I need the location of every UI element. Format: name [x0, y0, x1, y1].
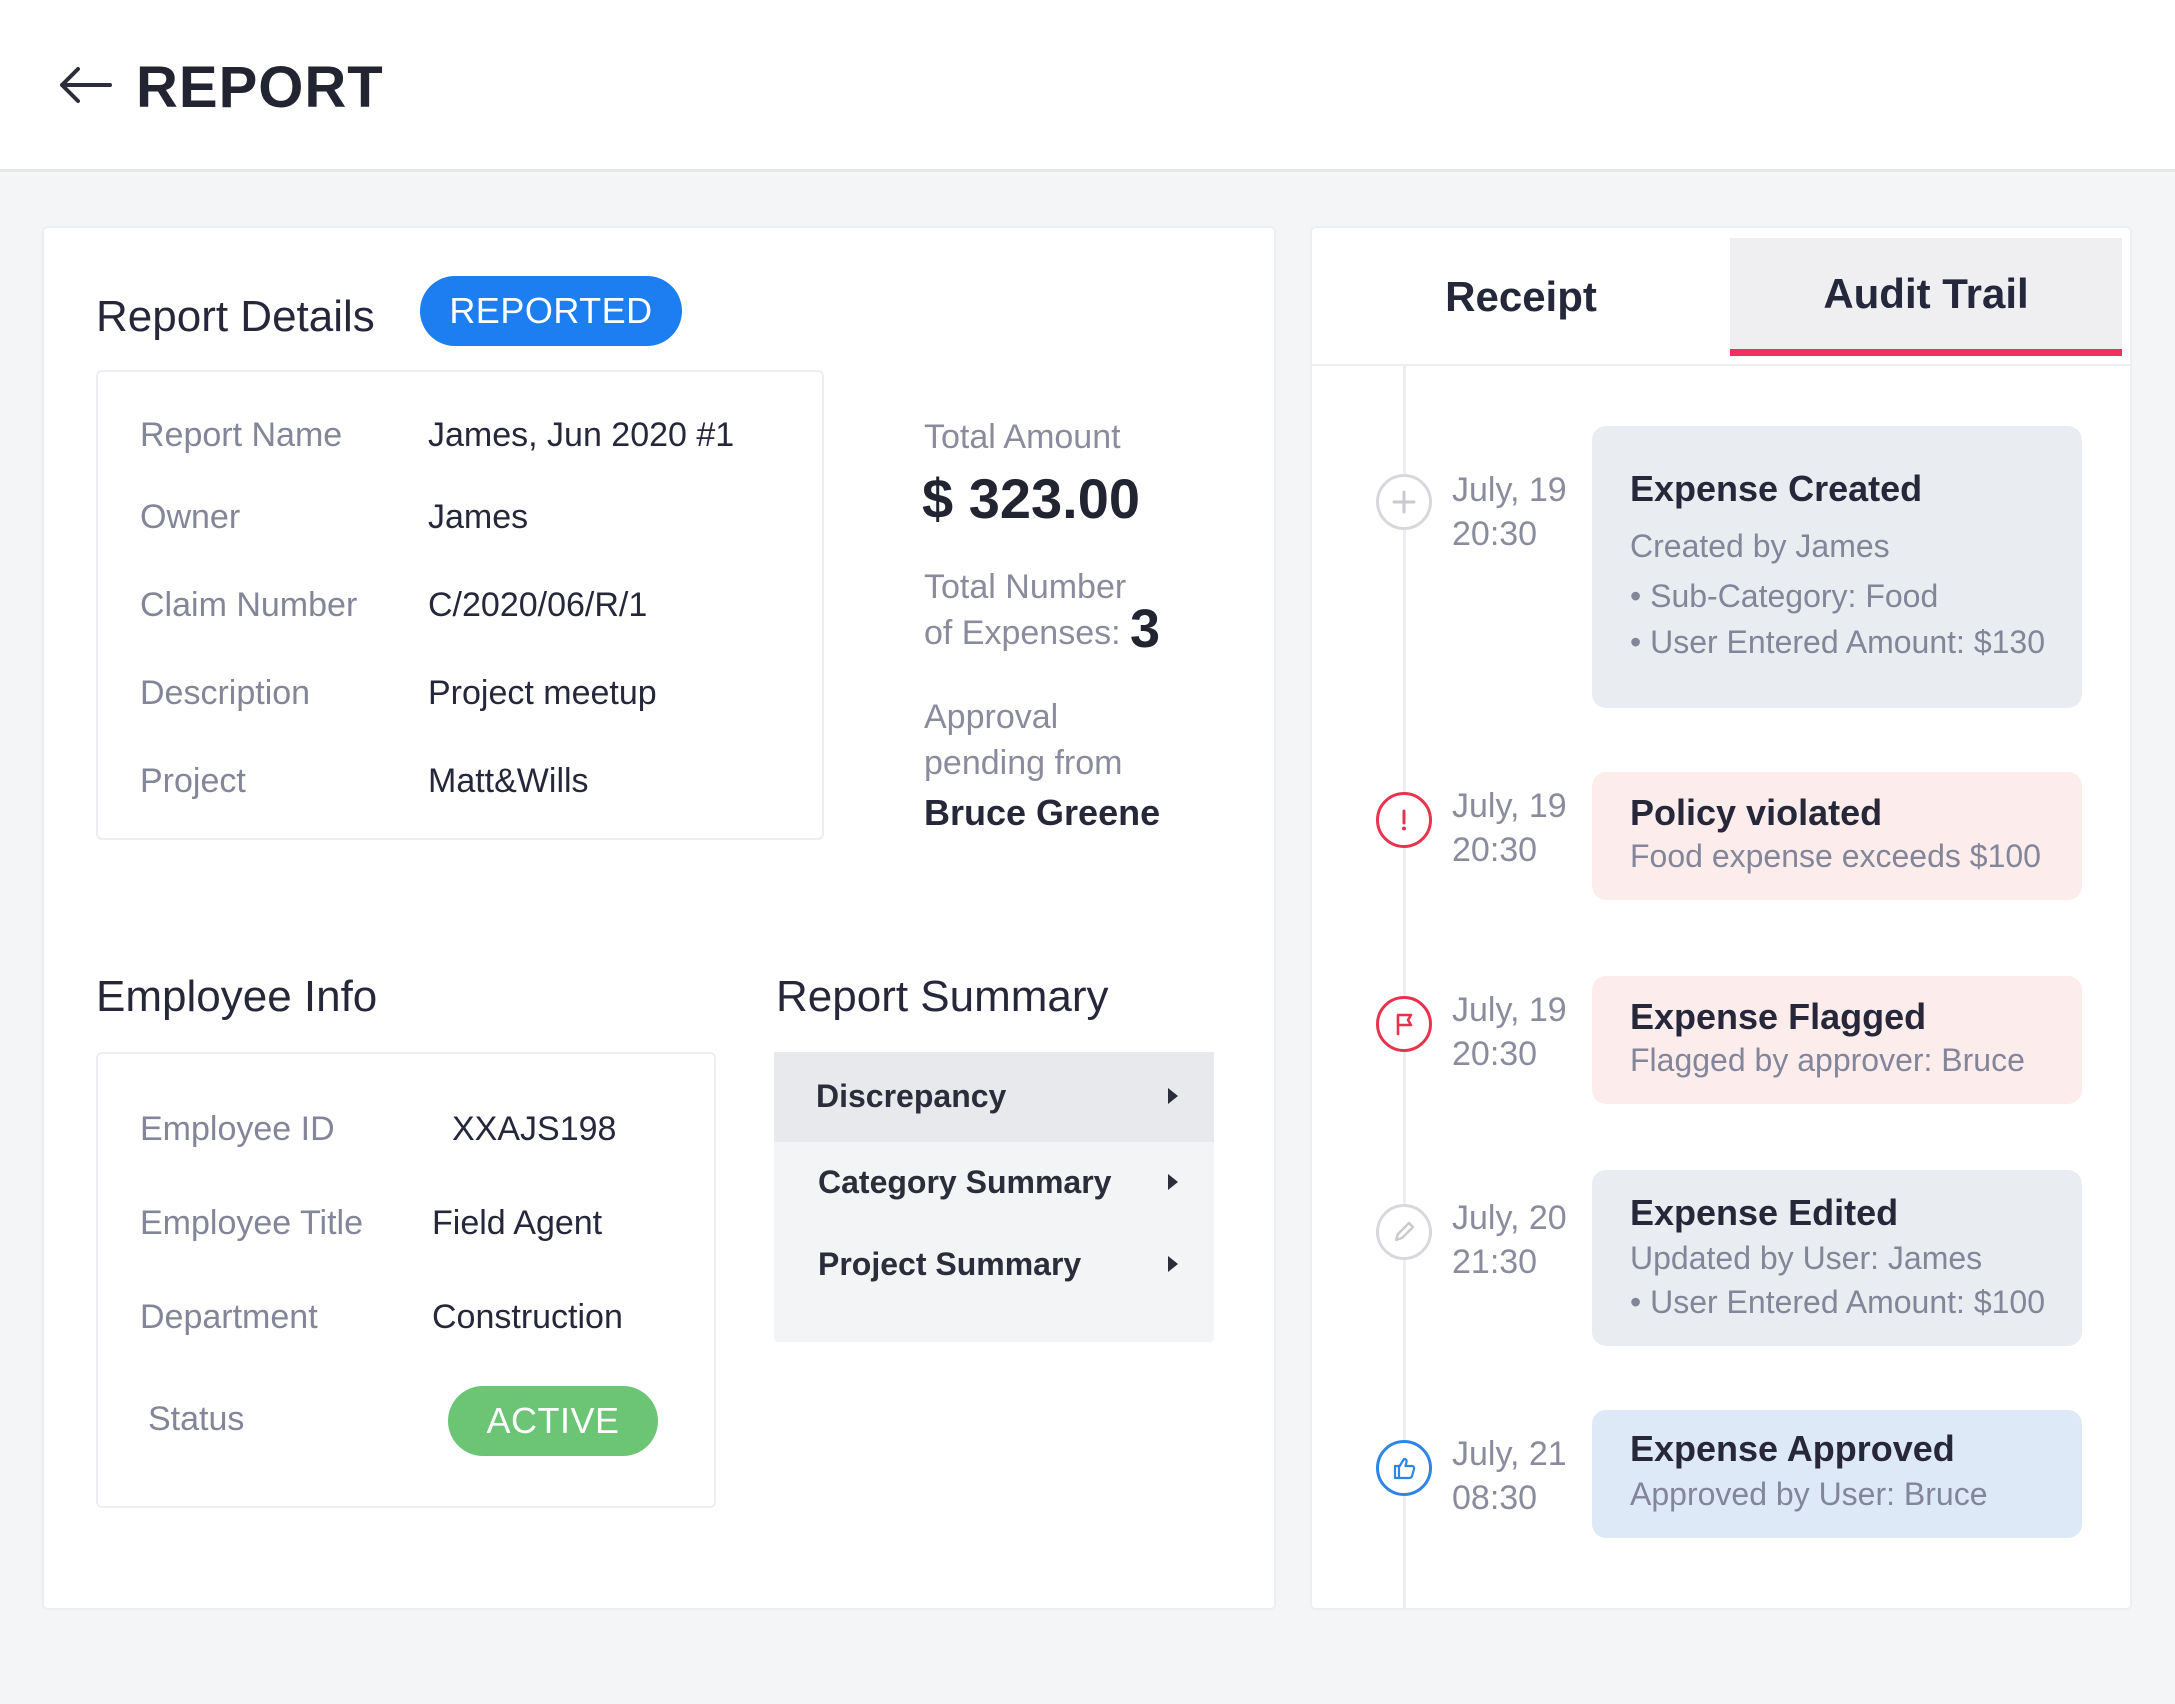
project-label: Project — [140, 762, 246, 800]
timeline-time: 20:30 — [1452, 831, 1538, 869]
approval-label-line2: pending from — [924, 744, 1123, 782]
report-name-label: Report Name — [140, 416, 343, 454]
audit-entry-bullet: • User Entered Amount: $130 — [1630, 624, 2045, 660]
flag-icon — [1376, 996, 1432, 1052]
employee-id-label: Employee ID — [140, 1110, 335, 1148]
report-details-box: Report Name James, Jun 2020 #1 Owner Jam… — [96, 370, 824, 840]
audit-entry-title: Expense Flagged — [1630, 996, 1927, 1037]
caret-right-icon — [1168, 1174, 1178, 1190]
top-bar: REPORT — [0, 0, 2175, 172]
total-amount-value: $ 323.00 — [922, 467, 1140, 530]
timeline-date: July, 20 — [1452, 1199, 1567, 1237]
total-expenses-label-line2: of Expenses: — [924, 614, 1121, 652]
report-details-title: Report Details — [96, 292, 375, 341]
alert-icon — [1376, 792, 1432, 848]
audit-entry-title: Expense Created — [1630, 468, 1923, 509]
page-title: REPORT — [136, 55, 384, 120]
audit-entry-expense-created[interactable]: Expense Created Created by James • Sub-C… — [1592, 426, 2082, 708]
back-button[interactable] — [56, 56, 114, 114]
caret-right-icon — [1168, 1256, 1178, 1272]
description-value: Project meetup — [428, 674, 657, 712]
timeline-date: July, 19 — [1452, 471, 1567, 509]
employee-info-box: Employee ID XXAJS198 Employee Title Fiel… — [96, 1052, 716, 1508]
audit-entry-bullet: • User Entered Amount: $100 — [1630, 1284, 2045, 1320]
department-value: Construction — [432, 1298, 623, 1336]
audit-entry-subtitle: Updated by User: James — [1630, 1240, 1983, 1276]
reported-status-badge: REPORTED — [420, 276, 682, 346]
description-label: Description — [140, 674, 311, 712]
pencil-icon — [1376, 1204, 1432, 1260]
total-expenses-label-line1: Total Number — [924, 568, 1127, 606]
approver-name: Bruce Greene — [924, 792, 1161, 833]
audit-entry-subtitle: Flagged by approver: Bruce — [1630, 1042, 2025, 1078]
active-status-badge: ACTIVE — [448, 1386, 658, 1456]
summary-item-category-summary[interactable]: Category Summary — [774, 1144, 1214, 1234]
audit-entry-bullet: • Sub-Category: Food — [1630, 578, 1939, 614]
audit-entry-title: Policy violated — [1630, 792, 1883, 833]
audit-entry-expense-flagged[interactable]: Expense Flagged Flagged by approver: Bru… — [1592, 976, 2082, 1104]
project-value: Matt&Wills — [428, 762, 589, 800]
tab-receipt[interactable]: Receipt — [1312, 238, 1730, 356]
owner-value: James — [428, 498, 529, 536]
plus-icon — [1376, 474, 1432, 530]
approval-label-line1: Approval — [924, 698, 1059, 736]
department-label: Department — [140, 1298, 318, 1336]
total-expenses-count: 3 — [1130, 599, 1161, 659]
audit-entry-title: Expense Approved — [1630, 1428, 1955, 1469]
claim-number-label: Claim Number — [140, 586, 358, 624]
employee-title-label: Employee Title — [140, 1204, 363, 1242]
summary-item-label: Project Summary — [818, 1246, 1082, 1282]
audit-entry-expense-approved[interactable]: Expense Approved Approved by User: Bruce — [1592, 1410, 2082, 1538]
summary-item-label: Category Summary — [818, 1164, 1112, 1200]
summary-item-project-summary[interactable]: Project Summary — [774, 1226, 1214, 1316]
audit-entry-subtitle: Approved by User: Bruce — [1630, 1476, 1988, 1512]
timeline-date: July, 19 — [1452, 787, 1567, 825]
report-summary-menu: Discrepancy Category Summary Project Sum… — [774, 1052, 1214, 1342]
report-summary-title: Report Summary — [776, 972, 1109, 1021]
report-card: Report Details REPORTED Report Name Jame… — [42, 226, 1276, 1610]
tabs-divider — [1312, 364, 2130, 366]
timeline-time: 21:30 — [1452, 1243, 1538, 1281]
audit-card: Receipt Audit Trail July, 19 20:30 Expen… — [1310, 226, 2132, 1610]
timeline-date: July, 21 — [1452, 1435, 1567, 1473]
caret-right-icon — [1168, 1088, 1178, 1104]
timeline-time: 20:30 — [1452, 515, 1538, 553]
status-label: Status — [148, 1400, 245, 1438]
owner-label: Owner — [140, 498, 241, 536]
arrow-left-icon — [60, 67, 112, 103]
timeline-date: July, 19 — [1452, 991, 1567, 1029]
tab-audit-trail[interactable]: Audit Trail — [1730, 238, 2122, 356]
summary-item-discrepancy[interactable]: Discrepancy — [774, 1052, 1214, 1142]
summary-item-label: Discrepancy — [816, 1078, 1007, 1114]
total-amount-label: Total Amount — [924, 418, 1121, 456]
employee-info-title: Employee Info — [96, 972, 378, 1021]
claim-number-value: C/2020/06/R/1 — [428, 586, 648, 624]
audit-entry-policy-violated[interactable]: Policy violated Food expense exceeds $10… — [1592, 772, 2082, 900]
audit-entry-expense-edited[interactable]: Expense Edited Updated by User: James • … — [1592, 1170, 2082, 1346]
thumbs-up-icon — [1376, 1440, 1432, 1496]
audit-entry-subtitle: Food expense exceeds $100 — [1630, 838, 2041, 874]
employee-id-value: XXAJS198 — [452, 1110, 617, 1148]
audit-entry-title: Expense Edited — [1630, 1192, 1899, 1233]
timeline-line — [1403, 366, 1406, 1608]
timeline-time: 20:30 — [1452, 1035, 1538, 1073]
report-name-value: James, Jun 2020 #1 — [428, 416, 735, 454]
timeline-time: 08:30 — [1452, 1479, 1538, 1517]
audit-entry-subtitle: Created by James — [1630, 528, 1890, 564]
employee-title-value: Field Agent — [432, 1204, 603, 1242]
